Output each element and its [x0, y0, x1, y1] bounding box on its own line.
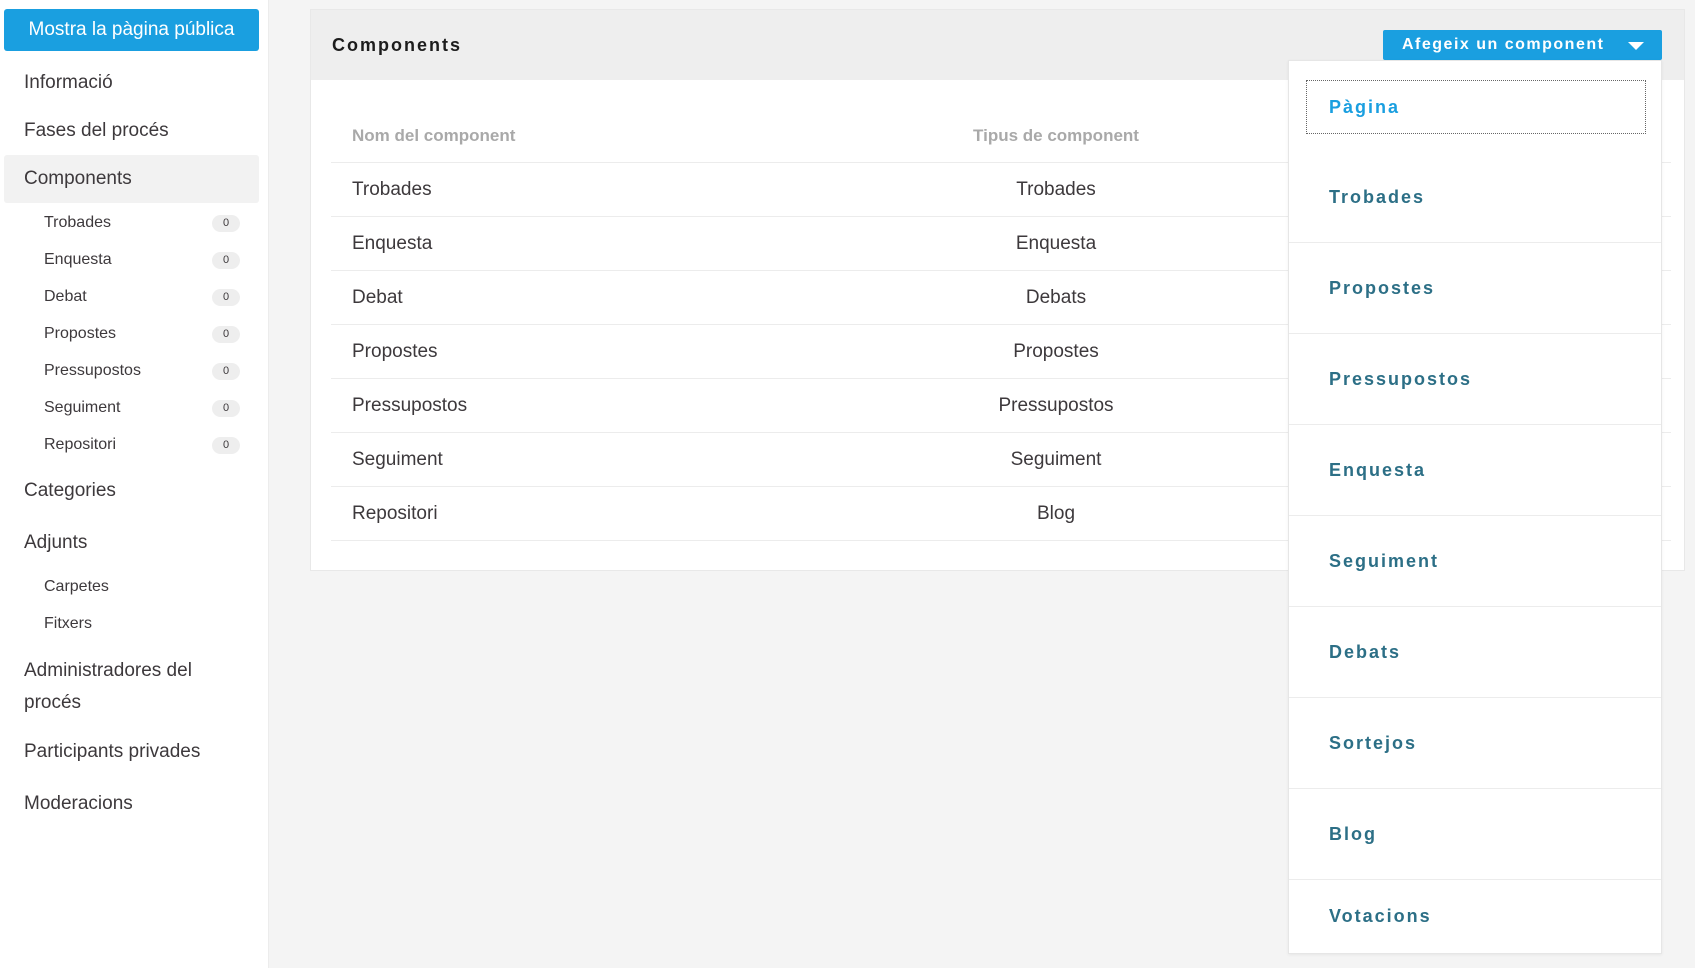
sidebar-item-participants[interactable]: Participants privades [4, 728, 259, 776]
caret-down-icon [1628, 42, 1644, 50]
sidebar-subitem-fitxers[interactable]: Fitxers [44, 612, 240, 636]
count-badge: 0 [212, 362, 240, 380]
sidebar-item-label: Adjunts [24, 532, 88, 553]
dropdown-item-pagina[interactable]: Pàgina [1306, 80, 1646, 134]
cell-component-name: Trobades [352, 178, 432, 200]
add-component-label: Afegeix un component [1402, 36, 1605, 53]
sidebar-item-label: Informació [24, 72, 113, 93]
sidebar-subitem-label: Trobades [44, 214, 111, 231]
cell-component-type: Enquesta [1015, 232, 1097, 254]
sidebar-subitem-label: Fitxers [44, 615, 92, 632]
sidebar-subitem-label: Debat [44, 288, 87, 305]
cell-component-name: Repositori [352, 502, 438, 524]
sidebar-item-moderacions[interactable]: Moderacions [4, 780, 259, 828]
dropdown-item-trobades[interactable]: Trobades [1289, 152, 1661, 243]
sidebar-item-fases[interactable]: Fases del procés [4, 107, 259, 155]
count-badge: 0 [212, 214, 240, 232]
cell-component-type: Seguiment [1010, 448, 1102, 470]
sidebar-item-label: Fases del procés [24, 120, 169, 141]
cell-component-name: Seguiment [352, 448, 443, 470]
add-component-dropdown: Pàgina Trobades Propostes Pressupostos E… [1288, 60, 1662, 954]
dropdown-item-sortejos[interactable]: Sortejos [1289, 698, 1661, 789]
sidebar-subitem-label: Enquesta [44, 251, 112, 268]
add-component-button[interactable]: Afegeix un component [1383, 30, 1662, 60]
count-badge: 0 [212, 288, 240, 306]
sidebar-subitem-label: Pressupostos [44, 362, 141, 379]
count-badge: 0 [212, 251, 240, 269]
cell-component-name: Enquesta [352, 232, 433, 254]
sidebar-subitem-propostes[interactable]: Propostes 0 [44, 322, 240, 346]
cell-component-type: Blog [1036, 502, 1076, 524]
sidebar-subitem-debat[interactable]: Debat 0 [44, 285, 240, 309]
cell-component-name: Propostes [352, 340, 438, 362]
count-badge: 0 [212, 436, 240, 454]
sidebar-subitem-repositori[interactable]: Repositori 0 [44, 433, 240, 457]
sidebar-item-administradores[interactable]: Administradores del procés [4, 652, 234, 722]
sidebar-subitem-label: Carpetes [44, 578, 109, 595]
cell-component-name: Debat [352, 286, 403, 308]
column-header-name: Nom del component [352, 125, 516, 145]
dropdown-item-debats[interactable]: Debats [1289, 607, 1661, 698]
sidebar-item-label: Administradores del procés [24, 660, 192, 713]
sidebar-subitem-carpetes[interactable]: Carpetes [44, 575, 240, 599]
dropdown-item-votacions[interactable]: Votacions [1289, 880, 1661, 953]
dropdown-item-enquesta[interactable]: Enquesta [1289, 425, 1661, 516]
dropdown-item-seguiment[interactable]: Seguiment [1289, 516, 1661, 607]
sidebar-item-components[interactable]: Components [4, 155, 259, 203]
cell-component-type: Propostes [1013, 340, 1099, 362]
dropdown-item-pressupostos[interactable]: Pressupostos [1289, 334, 1661, 425]
sidebar-subitem-label: Seguiment [44, 399, 121, 416]
sidebar-item-label: Participants privades [24, 741, 201, 762]
sidebar-item-informacio[interactable]: Informació [4, 59, 259, 107]
sidebar-item-categories[interactable]: Categories [4, 467, 259, 515]
sidebar-subitem-seguiment[interactable]: Seguiment 0 [44, 396, 240, 420]
sidebar-item-label: Moderacions [24, 793, 133, 814]
sidebar-item-label: Categories [24, 480, 116, 501]
sidebar-subitem-label: Repositori [44, 436, 117, 453]
show-public-page-button[interactable]: Mostra la pàgina pública [4, 9, 259, 51]
dropdown-item-blog[interactable]: Blog [1289, 789, 1661, 880]
cell-component-type: Debats [1025, 286, 1087, 308]
column-header-type: Tipus de component [973, 125, 1139, 145]
count-badge: 0 [212, 399, 240, 417]
dropdown-item-propostes[interactable]: Propostes [1289, 243, 1661, 334]
sidebar-subitem-enquesta[interactable]: Enquesta 0 [44, 248, 240, 272]
sidebar-item-label: Components [24, 168, 132, 189]
cell-component-name: Pressupostos [352, 394, 468, 416]
sidebar-item-adjunts[interactable]: Adjunts [4, 519, 259, 567]
sidebar-subitem-pressupostos[interactable]: Pressupostos 0 [44, 359, 240, 383]
cell-component-type: Pressupostos [998, 394, 1114, 416]
sidebar-subitem-label: Propostes [44, 325, 117, 342]
cell-component-type: Trobades [1016, 178, 1096, 200]
page-title: Components [332, 34, 462, 55]
sidebar: Mostra la pàgina pública Informació Fase… [0, 0, 269, 968]
sidebar-subitem-trobades[interactable]: Trobades 0 [44, 211, 240, 235]
count-badge: 0 [212, 325, 240, 343]
